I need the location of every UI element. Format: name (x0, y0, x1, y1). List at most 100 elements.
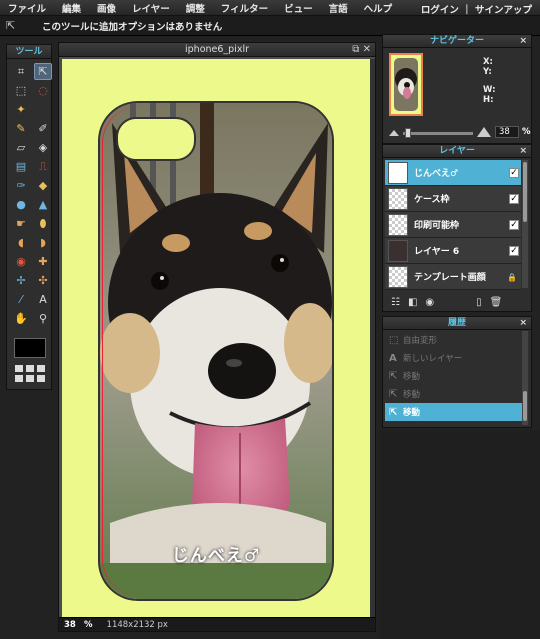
red-eye-tool-icon[interactable]: ◉ (12, 253, 30, 270)
new-layer-icon[interactable]: ▯ (476, 297, 482, 308)
layers-list: じんべえ♂ ✓ ケース枠 ✓ 印刷可能枠 ✓ レイヤー 6 ✓ テンプレート画顔… (385, 160, 521, 290)
pencil-tool-icon[interactable]: ✎ (12, 120, 30, 137)
menu-image[interactable]: 画像 (97, 1, 116, 15)
lock-icon: 🔒 (507, 273, 517, 282)
layers-scrollbar[interactable] (522, 160, 528, 288)
layer-visibility-checkbox[interactable]: ✓ (509, 194, 519, 204)
gradient-tool-icon[interactable]: ▤ (12, 158, 30, 175)
dodge-tool-icon[interactable]: ◖ (12, 234, 30, 251)
layer-row[interactable]: レイヤー 6 ✓ (385, 238, 521, 264)
layer-row[interactable]: じんべえ♂ ✓ (385, 160, 521, 186)
document-window-buttons: ⧉ ✕ (352, 43, 371, 57)
menu-language[interactable]: 言語 (329, 1, 348, 15)
hand-tool-icon[interactable]: ✋ (12, 310, 30, 327)
history-item[interactable]: ⇱ 移動 (385, 367, 523, 385)
zoom-slider[interactable] (403, 132, 473, 135)
layer-thumbnail (388, 265, 408, 288)
layers-title: レイヤー (439, 146, 475, 156)
brush-tool-icon[interactable]: ✐ (34, 120, 52, 137)
layer-name: 印刷可能枠 (414, 221, 460, 231)
history-item[interactable]: ⇱ 移動 (385, 385, 523, 403)
layer-visibility-checkbox[interactable]: ✓ (509, 168, 519, 178)
printable-area-outline (102, 107, 330, 595)
tools-panel: ツール ⌗ ⇱ ⬚ ◌ ✦ ✎ ✐ ▱ ◈ ▤ ⎍ ✑ ◆ ● ▲ ☛ ⬮ ◖ ◗ ◉ ✚ ✢ ✣ ⁄ A ✋ ⚲ (6, 44, 52, 390)
burn-tool-icon[interactable]: ◗ (34, 234, 52, 251)
menu-adjustment[interactable]: 調整 (186, 1, 205, 15)
move-tool-icon: ⇱ (6, 18, 16, 32)
eraser-tool-icon[interactable]: ▱ (12, 139, 30, 156)
move-tool-icon[interactable]: ⇱ (34, 63, 52, 80)
spot-heal-tool-icon[interactable]: ✚ (34, 253, 52, 270)
layer-visibility-checkbox[interactable]: ✓ (509, 220, 519, 230)
layer-visibility-checkbox[interactable]: ✓ (509, 246, 519, 256)
camera-cutout (116, 117, 196, 161)
canvas-scrollbar[interactable] (370, 59, 375, 619)
history-item[interactable]: ⇱ 移動 (385, 403, 523, 421)
color-replace-tool-icon[interactable]: ✑ (12, 177, 30, 194)
type-tool-icon[interactable]: A (34, 291, 52, 308)
history-item[interactable]: ⬚ 自由変形 (385, 331, 523, 349)
layer-thumbnail (388, 161, 408, 184)
menu-file[interactable]: ファイル (8, 1, 46, 15)
navigator-thumbnail[interactable] (389, 53, 423, 116)
layer-row[interactable]: ケース枠 ✓ (385, 186, 521, 212)
menu-layer[interactable]: レイヤー (132, 1, 170, 15)
history-scrollbar[interactable] (522, 331, 528, 425)
color-picker-tool-icon[interactable]: ⁄ (12, 291, 30, 308)
history-label: 新しいレイヤー (403, 354, 463, 364)
zoom-tool-icon[interactable]: ⚲ (34, 310, 52, 327)
menu-filter[interactable]: フィルター (221, 1, 268, 15)
zoom-value[interactable]: 38 (64, 620, 78, 630)
restore-icon[interactable]: ⧉ (352, 44, 359, 55)
paint-bucket-tool-icon[interactable]: ◈ (34, 139, 52, 156)
navigator-zoom-input[interactable]: 38 (495, 126, 519, 138)
image-dimensions: 1148x2132 px (106, 619, 168, 630)
zoom-in-icon[interactable] (477, 127, 491, 137)
close-icon[interactable]: × (519, 35, 527, 48)
layer-name: テンプレート画顔 (414, 273, 486, 283)
layer-name: レイヤー 6 (414, 247, 460, 257)
navigator-x: X: (483, 57, 493, 67)
close-icon[interactable]: × (519, 317, 527, 330)
right-empty-area (380, 430, 540, 639)
marquee-tool-icon[interactable]: ⬚ (12, 82, 30, 99)
sharpen-tool-icon[interactable]: ▲ (34, 196, 52, 213)
delete-layer-icon[interactable]: 🗑 (490, 297, 503, 308)
status-bar: 38 % 1148x2132 px (59, 617, 375, 631)
view-mode-icon[interactable] (15, 365, 45, 383)
history-item[interactable]: A 新しいレイヤー (385, 349, 523, 367)
lasso-tool-icon[interactable]: ◌ (34, 82, 52, 99)
crop-tool-icon[interactable]: ⌗ (12, 63, 30, 80)
login-signup-link[interactable]: ログイン ｜ サインアップ (421, 2, 532, 16)
layer-style-icon[interactable]: ◉ (425, 297, 434, 308)
blur-tool-icon[interactable]: ● (12, 196, 30, 213)
canvas[interactable]: じんべえ♂ (62, 59, 370, 619)
options-bar: ⇱ このツールに追加オプションはありません (0, 16, 540, 36)
layers-titlebar: レイヤー × (383, 145, 531, 158)
layers-footer: ☷ ◧ ◉ ▯ 🗑 (383, 293, 531, 311)
clone-stamp-tool-icon[interactable]: ⎍ (34, 158, 52, 175)
layer-thumbnail (388, 239, 408, 262)
navigator-y: Y: (483, 67, 492, 77)
layer-row[interactable]: テンプレート画顔 🔒 (385, 264, 521, 290)
pinch-tool-icon[interactable]: ✣ (34, 272, 52, 289)
close-icon[interactable]: ✕ (363, 44, 371, 55)
navigator-panel: ナビゲーター × X: Y: W: H: 38 % (382, 34, 532, 144)
zoom-slider-handle[interactable] (405, 128, 411, 138)
menu-help[interactable]: ヘルプ (364, 1, 393, 15)
zoom-out-icon[interactable] (389, 130, 399, 136)
history-label: 移動 (403, 372, 421, 382)
smudge-tool-icon[interactable]: ☛ (12, 215, 30, 232)
bloat-tool-icon[interactable]: ✢ (12, 272, 30, 289)
menu-edit[interactable]: 編集 (62, 1, 81, 15)
close-icon[interactable]: × (519, 145, 527, 158)
layer-settings-icon[interactable]: ☷ (391, 297, 400, 308)
sponge-tool-icon[interactable]: ⬮ (34, 215, 52, 232)
drawing-tool-icon[interactable]: ◆ (34, 177, 52, 194)
caption-text[interactable]: じんべえ♂ (100, 541, 332, 566)
layer-mask-icon[interactable]: ◧ (408, 297, 417, 308)
magic-wand-tool-icon[interactable]: ✦ (12, 101, 30, 118)
layer-row[interactable]: 印刷可能枠 ✓ (385, 212, 521, 238)
color-swatch[interactable] (14, 338, 46, 358)
menu-view[interactable]: ビュー (284, 1, 313, 15)
